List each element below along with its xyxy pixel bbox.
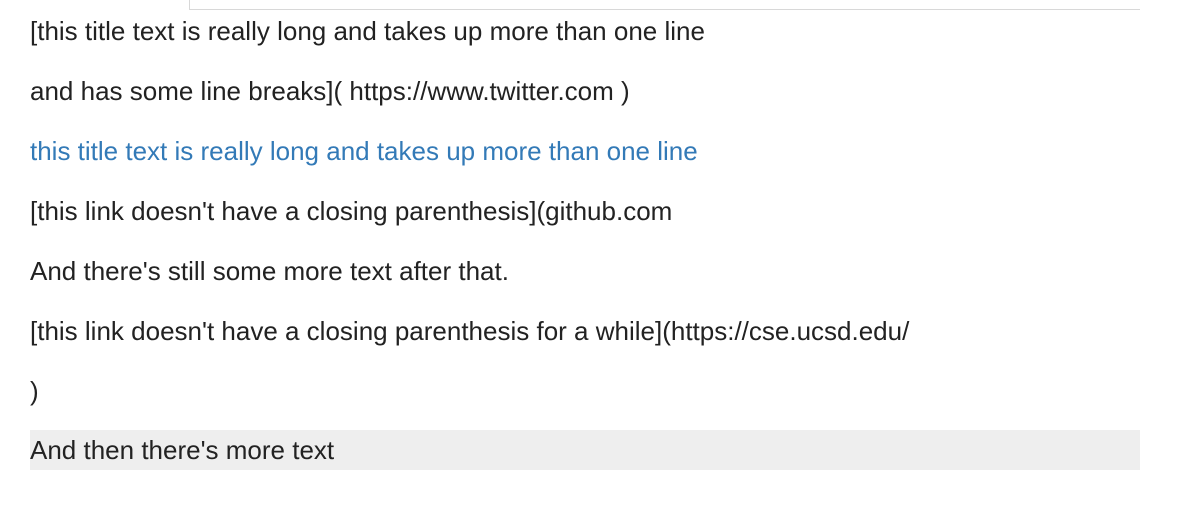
paragraph-line-6: [this link doesn't have a closing parent… bbox=[30, 316, 910, 346]
tab-strip bbox=[30, 0, 1140, 10]
paragraph-line-4: [this link doesn't have a closing parent… bbox=[30, 196, 673, 226]
paragraph-line-5: And there's still some more text after t… bbox=[30, 256, 509, 286]
paragraph-line-7: ) bbox=[30, 376, 39, 406]
tab-divider-line bbox=[190, 9, 1140, 10]
active-tab bbox=[30, 0, 190, 10]
paragraph-line-2: and has some line breaks]( https://www.t… bbox=[30, 76, 630, 106]
title-link[interactable]: this title text is really long and takes… bbox=[30, 136, 698, 166]
paragraph-line-1: [this title text is really long and take… bbox=[30, 16, 705, 46]
paragraph-link-line: this title text is really long and takes… bbox=[30, 131, 698, 171]
highlighted-paragraph: And then there's more text bbox=[30, 430, 1140, 470]
